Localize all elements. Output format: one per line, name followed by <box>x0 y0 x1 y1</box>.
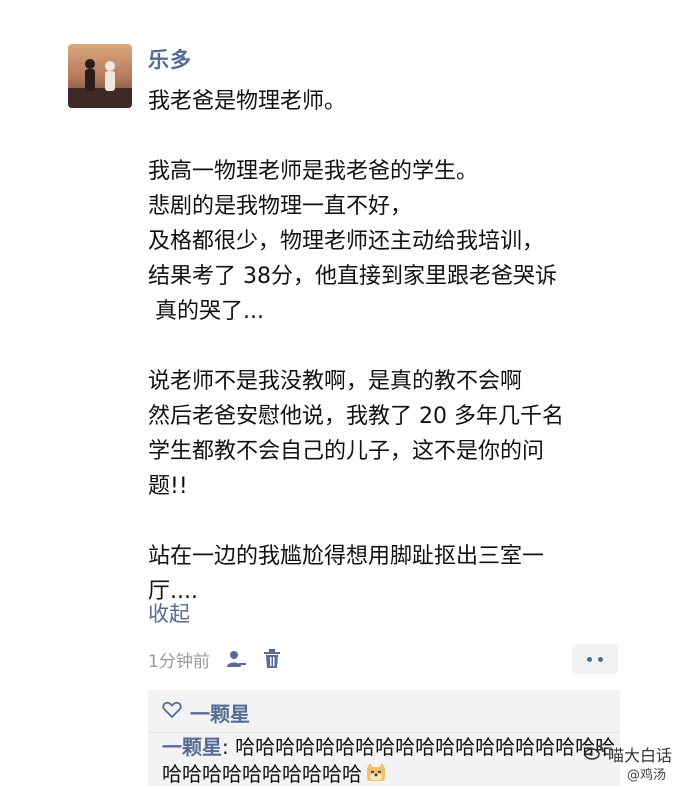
post-meta-row: 1分钟前 <box>148 645 284 673</box>
post-line: 站在一边的我尴尬得想用脚趾抠出三室一 <box>148 544 545 569</box>
comment-separator: : <box>222 735 236 759</box>
person-icon[interactable] <box>224 647 248 671</box>
comment-box: 一颗星 一颗星: 哈哈哈哈哈哈哈哈哈哈哈哈哈哈哈哈哈哈哈哈哈哈哈哈哈哈哈哈哈 <box>148 690 620 786</box>
post-line: 悲剧的是我物理一直不好， <box>148 194 413 219</box>
post-text: 我老爸是物理老师。 我高一物理老师是我老爸的学生。 悲剧的是我物理一直不好， 及… <box>148 84 618 609</box>
like-user-name[interactable]: 一颗星 <box>190 698 250 727</box>
heart-outline-icon <box>162 701 182 723</box>
post-author[interactable]: 乐多 <box>148 44 192 74</box>
post-line: 我高一物理老师是我老爸的学生。 <box>148 159 479 184</box>
watermark-text: 喵大白话 <box>607 746 672 765</box>
post-line: 及格都很少，物理老师还主动给我培训， <box>148 229 545 254</box>
watermark-sub: @鸡汤 <box>626 768 666 783</box>
post-line: 学生都教不会自己的儿子，这不是你的问 <box>148 439 545 464</box>
post-line: 真的哭了... <box>148 299 264 324</box>
doge-emoji-icon <box>365 762 387 789</box>
divider <box>148 732 620 733</box>
more-dots-icon[interactable] <box>572 644 618 674</box>
likes-row: 一颗星 <box>162 698 250 726</box>
post-line: 结果考了 38分，他直接到家里跟老爸哭诉 <box>148 264 557 289</box>
weibo-icon <box>584 744 604 764</box>
post-time: 1分钟前 <box>148 651 210 672</box>
trash-icon[interactable] <box>260 647 284 671</box>
avatar[interactable] <box>68 44 132 108</box>
post-line: 然后老爸安慰他说，我教了 20 多年几千名 <box>148 404 564 429</box>
collapse-link[interactable]: 收起 <box>148 598 190 628</box>
post-line: 说老师不是我没教啊，是真的教不会啊 <box>148 369 523 394</box>
comment[interactable]: 一颗星: 哈哈哈哈哈哈哈哈哈哈哈哈哈哈哈哈哈哈哈哈哈哈哈哈哈哈哈哈哈 <box>162 734 618 789</box>
post-line: 题!! <box>148 474 188 499</box>
post-line: 我老爸是物理老师。 <box>148 89 347 114</box>
post-line: 厅.... <box>148 579 198 604</box>
watermark: 喵大白话 <box>584 742 672 766</box>
comment-author[interactable]: 一颗星 <box>162 735 222 759</box>
